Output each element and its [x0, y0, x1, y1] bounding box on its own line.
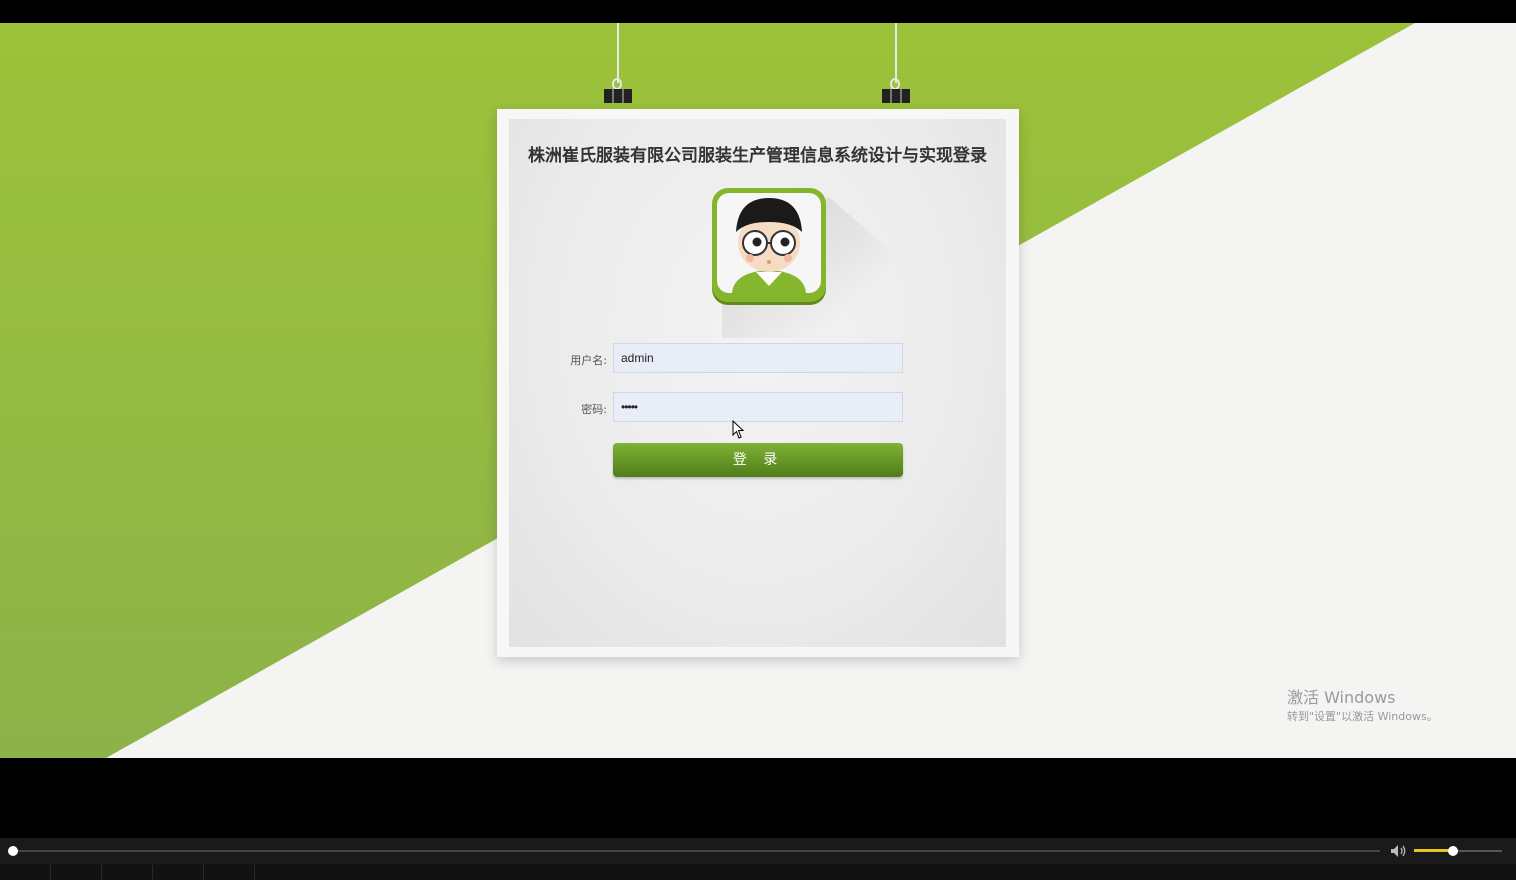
login-panel: 株洲崔氏服装有限公司服装生产管理信息系统设计与实现登录 用户名: admin 密…: [497, 109, 1019, 657]
password-label: 密码:: [581, 403, 607, 416]
username-input[interactable]: admin: [613, 343, 903, 373]
windows-activation-watermark: 激活 Windows 转到"设置"以激活 Windows。: [1287, 689, 1438, 725]
segment-tab[interactable]: [204, 865, 255, 880]
avatar-area: [712, 188, 912, 348]
video-player-controls: [0, 838, 1516, 880]
player-control-bar: [0, 838, 1516, 864]
seek-handle[interactable]: [8, 846, 18, 856]
hanging-string-left: [617, 23, 619, 83]
username-label: 用户名:: [570, 354, 607, 367]
password-input[interactable]: •••••: [613, 392, 903, 422]
mouse-cursor-icon: [732, 420, 745, 439]
hanging-string-right: [895, 23, 897, 83]
segment-tab[interactable]: [0, 865, 51, 880]
login-title: 株洲崔氏服装有限公司服装生产管理信息系统设计与实现登录: [528, 146, 987, 166]
login-button[interactable]: 登 录: [613, 443, 903, 477]
segment-tab[interactable]: [102, 865, 153, 880]
segment-tab[interactable]: [153, 865, 204, 880]
segment-tab[interactable]: [51, 865, 102, 880]
volume-icon[interactable]: [1390, 844, 1408, 858]
watermark-title: 激活 Windows: [1287, 688, 1396, 707]
login-page: 株洲崔氏服装有限公司服装生产管理信息系统设计与实现登录 用户名: admin 密…: [0, 23, 1516, 758]
seek-bar[interactable]: [12, 850, 1380, 852]
login-card: 株洲崔氏服装有限公司服装生产管理信息系统设计与实现登录 用户名: admin 密…: [509, 119, 1006, 647]
watermark-subtitle: 转到"设置"以激活 Windows。: [1287, 710, 1438, 723]
volume-handle[interactable]: [1448, 846, 1458, 856]
avatar-icon: [712, 188, 826, 302]
